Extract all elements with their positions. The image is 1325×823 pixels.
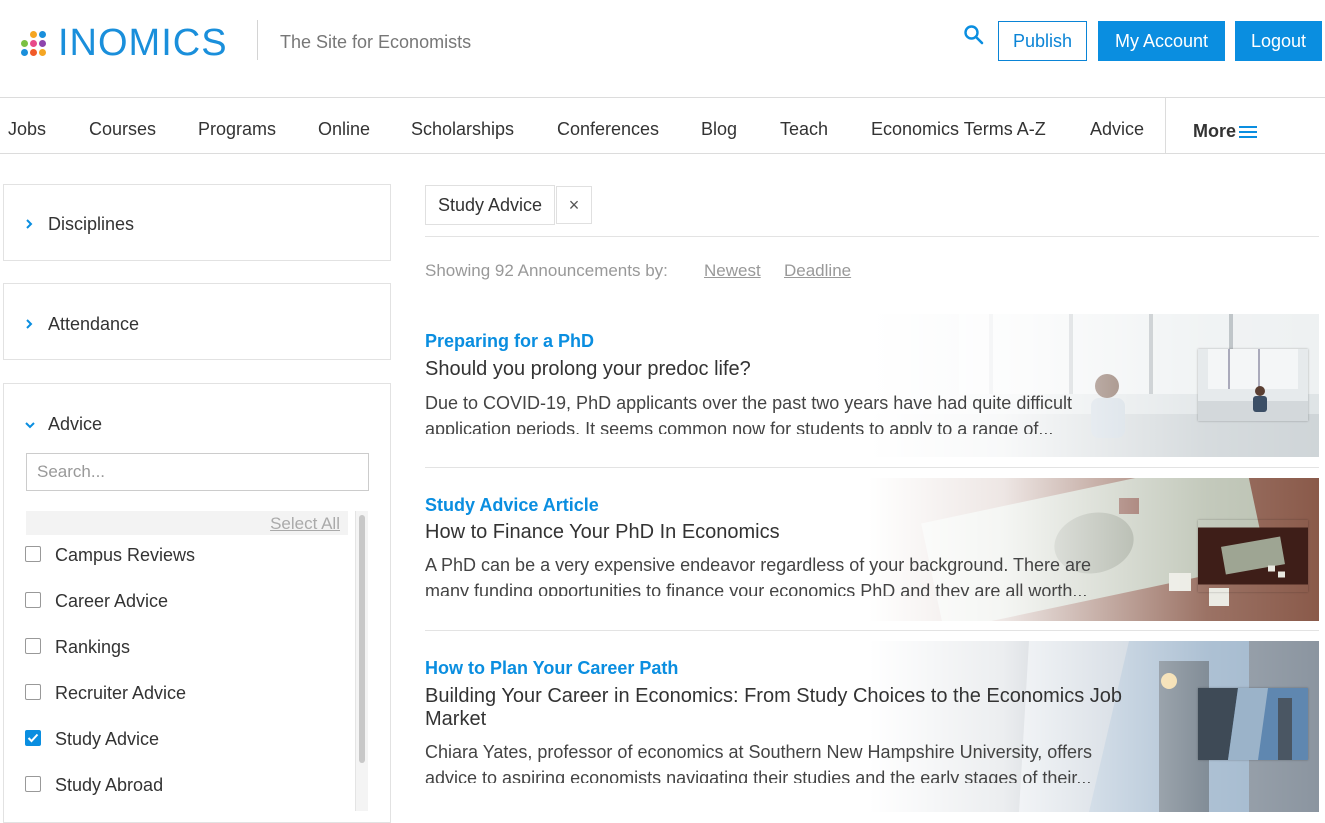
- filter-label-disciplines: Disciplines: [48, 214, 135, 234]
- article-card[interactable]: Preparing for a PhD Should you prolong y…: [425, 314, 1319, 457]
- article-thumbnail[interactable]: [1198, 520, 1308, 592]
- nav-item-online[interactable]: Online: [318, 119, 370, 140]
- filter-toggle-disciplines[interactable]: Disciplines: [24, 214, 134, 235]
- divider: [425, 467, 1319, 468]
- logo-dots-icon: [18, 29, 48, 59]
- article-title-link[interactable]: Building Your Career in Economics: From …: [425, 685, 1145, 731]
- checkbox[interactable]: [25, 591, 41, 608]
- article-card[interactable]: How to Plan Your Career Path Building Yo…: [425, 641, 1319, 812]
- nav-item-teach[interactable]: Teach: [780, 119, 828, 140]
- article-description: A PhD can be a very expensive endeavor r…: [425, 555, 1092, 596]
- article-title-link[interactable]: How to Finance Your PhD In Economics: [425, 521, 1145, 544]
- nav-more-button[interactable]: More: [1193, 121, 1258, 142]
- advice-option-career-advice[interactable]: Career Advice: [25, 591, 168, 612]
- logo-text: INOMICS: [58, 22, 228, 64]
- article-category-link[interactable]: How to Plan Your Career Path: [425, 658, 678, 679]
- advice-search-input[interactable]: [26, 453, 369, 491]
- filter-panel-attendance: Attendance: [3, 283, 391, 360]
- advice-option-recruiter-advice[interactable]: Recruiter Advice: [25, 683, 186, 704]
- advice-option-study-abroad[interactable]: Study Abroad: [25, 775, 163, 796]
- select-all-bar: Select All: [26, 511, 348, 535]
- checkbox[interactable]: [25, 775, 41, 792]
- checkmark-icon: [27, 733, 39, 742]
- nav-item-courses[interactable]: Courses: [89, 119, 156, 140]
- search-icon[interactable]: [963, 24, 987, 48]
- results-count-text: Showing 92 Announcements by:: [425, 261, 668, 280]
- article-category-link[interactable]: Preparing for a PhD: [425, 331, 594, 352]
- scrollbar-thumb[interactable]: [359, 515, 365, 763]
- nav-item-economics-terms[interactable]: Economics Terms A-Z: [871, 119, 1046, 140]
- nav-item-scholarships[interactable]: Scholarships: [411, 119, 514, 140]
- option-label: Rankings: [55, 637, 131, 657]
- filter-panel-disciplines: Disciplines: [3, 184, 391, 261]
- chevron-right-icon: [24, 317, 38, 333]
- advice-option-study-advice[interactable]: Study Advice: [25, 729, 159, 750]
- article-category-link[interactable]: Study Advice Article: [425, 495, 599, 516]
- option-label: Campus Reviews: [55, 545, 196, 565]
- sort-deadline-link[interactable]: Deadline: [784, 261, 851, 281]
- article-title-link[interactable]: Should you prolong your predoc life?: [425, 358, 1145, 381]
- option-label: Career Advice: [55, 591, 169, 611]
- main-nav: Jobs Courses Programs Online Scholarship…: [0, 98, 1325, 154]
- nav-item-conferences[interactable]: Conferences: [557, 119, 659, 140]
- advice-option-rankings[interactable]: Rankings: [25, 637, 130, 658]
- option-label: Study Abroad: [55, 775, 164, 795]
- checkbox-checked[interactable]: [25, 729, 41, 746]
- option-label: Recruiter Advice: [55, 683, 187, 703]
- article-description: Chiara Yates, professor of economics at …: [425, 742, 1092, 783]
- site-header: INOMICS The Site for Economists Publish …: [0, 0, 1325, 98]
- hamburger-icon: [1239, 125, 1258, 138]
- article-card[interactable]: Study Advice Article How to Finance Your…: [425, 478, 1319, 621]
- logout-button[interactable]: Logout: [1235, 21, 1322, 61]
- chevron-right-icon: [24, 217, 38, 233]
- nav-item-blog[interactable]: Blog: [701, 119, 737, 140]
- chevron-down-icon: [24, 417, 38, 433]
- filter-label-attendance: Attendance: [48, 314, 140, 334]
- header-divider: [257, 20, 258, 60]
- checkbox[interactable]: [25, 637, 41, 654]
- nav-divider: [1165, 98, 1166, 153]
- remove-filter-button[interactable]: ×: [556, 186, 592, 224]
- select-all-link[interactable]: Select All: [270, 514, 340, 534]
- options-scrollbar[interactable]: [355, 511, 368, 811]
- publish-button[interactable]: Publish: [998, 21, 1087, 61]
- divider: [425, 236, 1319, 237]
- checkbox[interactable]: [25, 683, 41, 700]
- site-tagline: The Site for Economists: [280, 32, 472, 52]
- filter-toggle-attendance[interactable]: Attendance: [24, 314, 139, 335]
- sort-newest-link[interactable]: Newest: [704, 261, 761, 281]
- site-logo[interactable]: INOMICS: [18, 22, 228, 65]
- filter-panel-advice: Advice Select All Campus Reviews Career …: [3, 383, 391, 823]
- checkbox[interactable]: [25, 545, 41, 562]
- nav-item-advice[interactable]: Advice: [1090, 119, 1144, 140]
- article-thumbnail[interactable]: [1198, 349, 1308, 421]
- filter-label-advice: Advice: [48, 414, 103, 434]
- nav-item-jobs[interactable]: Jobs: [8, 119, 46, 140]
- nav-more-label: More: [1193, 121, 1237, 141]
- filter-toggle-advice[interactable]: Advice: [24, 414, 102, 435]
- divider: [425, 630, 1319, 631]
- my-account-button[interactable]: My Account: [1098, 21, 1225, 61]
- option-label: Study Advice: [55, 729, 160, 749]
- nav-item-programs[interactable]: Programs: [198, 119, 276, 140]
- article-thumbnail[interactable]: [1198, 688, 1308, 760]
- active-filter-chip: Study Advice: [425, 185, 556, 225]
- article-description: Due to COVID-19, PhD applicants over the…: [425, 393, 1073, 434]
- advice-option-campus-reviews[interactable]: Campus Reviews: [25, 545, 195, 566]
